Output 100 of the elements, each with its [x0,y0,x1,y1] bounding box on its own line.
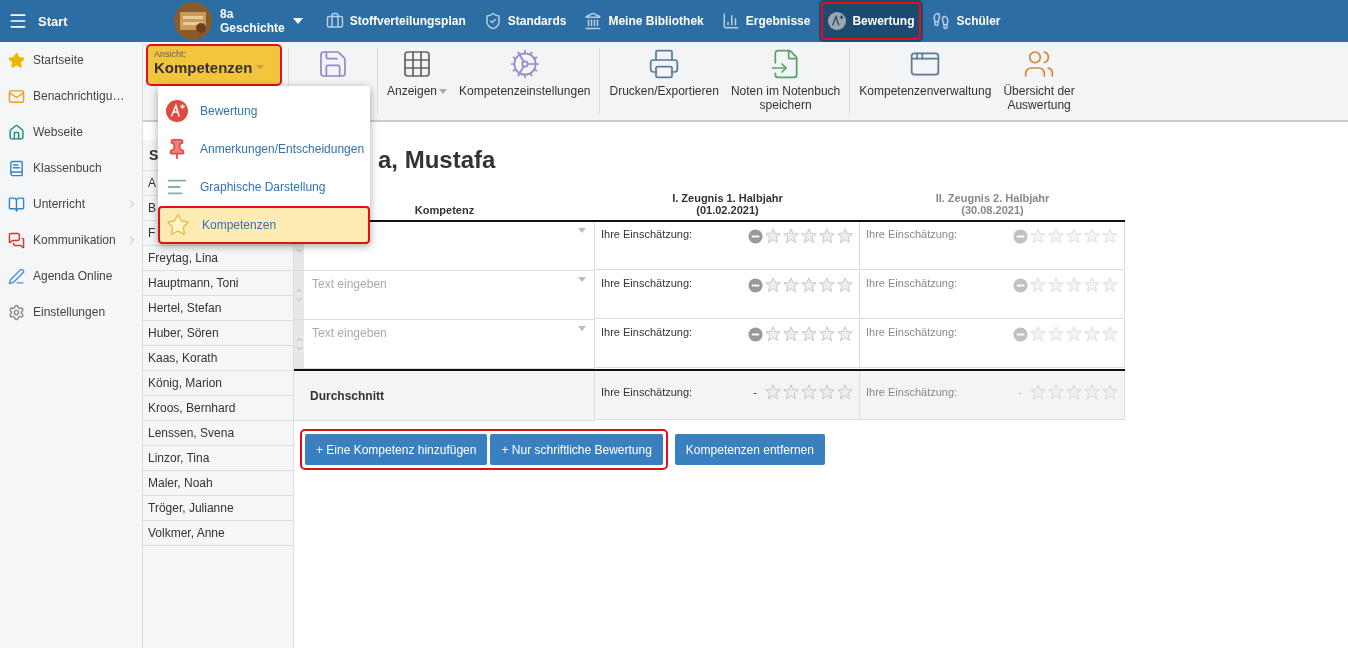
student-item[interactable]: Lenssen, Svena [148,426,235,440]
menu-item[interactable]: Bewertung [158,92,370,130]
start-menu[interactable]: Start [0,0,148,42]
toolbar-button[interactable]: Noten im Notenbuch speichern [724,48,847,114]
sidebar-item[interactable]: Webseite [0,114,142,150]
star-icon[interactable] [765,384,781,400]
student-item[interactable]: Tröger, Julianne [148,501,234,515]
nav-tab[interactable]: Standards [474,0,576,42]
sidebar-item[interactable]: Unterricht [0,186,142,222]
star-icon[interactable] [1048,326,1064,342]
nav-tab[interactable]: Schüler [923,0,1010,42]
student-item[interactable]: Maler, Noah [148,476,213,490]
gear-icon [8,303,25,321]
star-icon[interactable] [1030,228,1046,244]
star-icon[interactable] [1066,228,1082,244]
student-item[interactable]: A [148,176,156,190]
notebook-icon [8,159,25,177]
grade-icon [828,12,847,30]
star-icon[interactable] [1048,384,1064,400]
menu-icon [8,11,28,31]
star-icon[interactable] [819,326,835,342]
star-icon[interactable] [765,228,781,244]
star-icon[interactable] [1084,326,1100,342]
sidebar-item[interactable]: Agenda Online [0,258,142,294]
student-item[interactable]: B [148,201,156,215]
student-item[interactable]: Hertel, Stefan [148,301,222,315]
clear-rating-icon[interactable] [1013,326,1028,342]
star-icon[interactable] [1084,384,1100,400]
star-icon[interactable] [1030,384,1046,400]
clear-rating-icon[interactable] [748,277,763,293]
reorder-handle[interactable] [294,271,304,319]
star-icon[interactable] [783,277,799,293]
clear-rating-icon[interactable] [748,228,763,244]
sidebar-item[interactable]: Benachrichtigu… [0,78,142,114]
menu-item[interactable]: Anmerkungen/Entscheidungen [158,130,370,168]
star-icon[interactable] [1102,277,1118,293]
sidebar-item[interactable]: Startseite [0,42,142,78]
star-icon[interactable] [801,384,817,400]
star-icon[interactable] [783,384,799,400]
nav-tab[interactable]: Bewertung [819,0,924,42]
student-item[interactable]: König, Marion [148,376,223,390]
student-item[interactable]: Huber, Sören [148,326,219,340]
star-icon[interactable] [837,326,853,342]
action-button[interactable]: Kompetenzen entfernen [674,434,825,465]
student-item[interactable]: F [148,226,156,240]
menu-item[interactable]: Graphische Darstellung [158,168,370,206]
student-item[interactable]: Hauptmann, Toni [148,276,239,290]
star-icon[interactable] [837,277,853,293]
star-icon[interactable] [837,384,853,400]
star-icon[interactable] [1048,228,1064,244]
star-icon[interactable] [837,228,853,244]
toolbar-button[interactable]: Kompetenzeinstellungen [453,48,597,114]
nav-tab[interactable]: Ergebnisse [712,0,820,42]
class-selector[interactable]: 8a Geschichte [160,0,317,42]
star-icon[interactable] [801,228,817,244]
star-icon[interactable] [801,326,817,342]
clear-rating-icon[interactable] [1013,228,1028,244]
toolbar-button[interactable]: Drucken/Exportieren [603,48,725,114]
student-item[interactable]: Kroos, Bernhard [148,401,236,415]
clear-rating-icon[interactable] [1013,277,1028,293]
toolbar-button[interactable]: Kompetenzenverwaltung [853,48,998,114]
star-icon[interactable] [1102,384,1118,400]
star-icon[interactable] [1084,277,1100,293]
toolbar-button[interactable]: Übersicht der Auswertung [997,48,1081,114]
student-item[interactable]: Volkmer, Anne [148,526,225,540]
star-icon[interactable] [1084,228,1100,244]
reorder-handle[interactable] [294,320,304,368]
student-item[interactable]: Freytag, Lina [148,251,219,265]
star-icon[interactable] [783,228,799,244]
star-icon[interactable] [765,326,781,342]
student-item[interactable]: Linzor, Tina [148,451,210,465]
sidebar-item[interactable]: Einstellungen [0,294,142,330]
save-icon [317,48,349,80]
rating-label: Ihre Einschätzung: [601,326,693,340]
nav-tab[interactable]: Stoffverteilungsplan [316,0,475,42]
action-button[interactable]: + Eine Kompetenz hinzufügen [305,434,488,465]
star-icon[interactable] [1030,326,1046,342]
star-icon[interactable] [765,277,781,293]
star-icon[interactable] [1102,228,1118,244]
view-selector[interactable]: Ansicht: Kompetenzen [148,46,280,84]
star-icon[interactable] [1102,326,1118,342]
star-icon[interactable] [783,326,799,342]
student-item[interactable]: Kaas, Korath [148,351,218,365]
star-icon[interactable] [1030,277,1046,293]
star-icon[interactable] [1048,277,1064,293]
nav-tab[interactable]: Meine Bibliothek [575,0,713,42]
star-icon[interactable] [1066,277,1082,293]
clear-rating-icon[interactable] [748,326,763,342]
sidebar-item[interactable]: Klassenbuch [0,150,142,186]
star-icon[interactable] [1066,326,1082,342]
mail-icon [8,87,25,105]
action-button[interactable]: + Nur schriftliche Bewertung [490,434,663,465]
star-icon[interactable] [1066,384,1082,400]
star-icon[interactable] [801,277,817,293]
star-icon[interactable] [819,228,835,244]
star-icon[interactable] [819,384,835,400]
toolbar-button[interactable]: Anzeigen [381,48,454,114]
sidebar-item[interactable]: Kommunikation [0,222,142,258]
star-icon[interactable] [819,277,835,293]
menu-item[interactable]: Kompetenzen [158,206,370,244]
